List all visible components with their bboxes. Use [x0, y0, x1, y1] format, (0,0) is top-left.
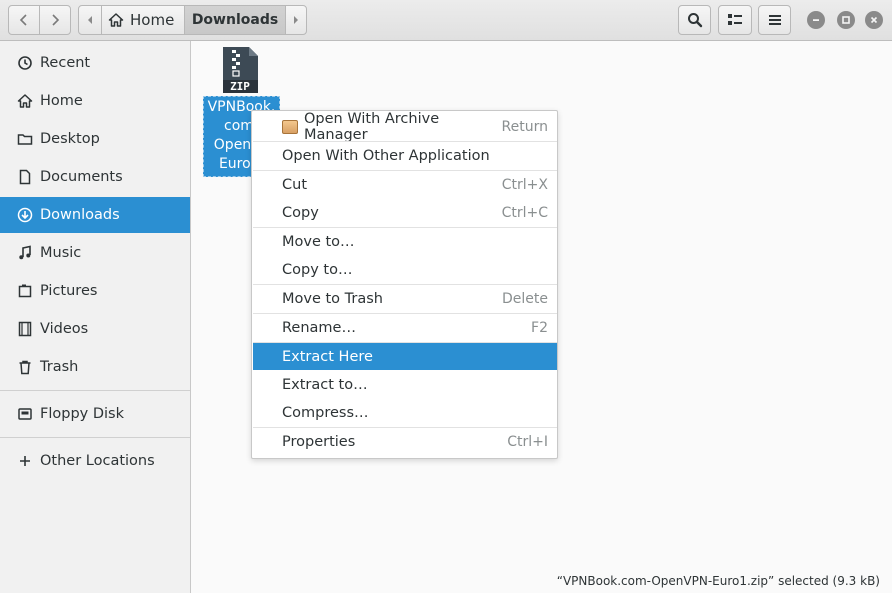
header-bar: Home Downloads [0, 0, 892, 41]
menu-item-label: Rename… [282, 319, 356, 336]
clock-icon [16, 54, 34, 72]
menu-item-copy-to[interactable]: Copy to… [253, 256, 557, 283]
menu-item-move-to[interactable]: Move to… [253, 228, 557, 255]
menu-item-accelerator: Delete [502, 290, 548, 307]
menu-item-accelerator: Ctrl+I [507, 433, 548, 450]
back-button[interactable] [8, 5, 40, 35]
navigation-buttons [8, 5, 72, 35]
path-scroll-right-button[interactable] [285, 5, 307, 35]
menu-item-move-to-trash[interactable]: Move to Trash Delete [253, 285, 557, 312]
music-note-icon [16, 244, 34, 262]
maximize-button[interactable] [837, 11, 855, 29]
menu-item-open-with-archive-manager[interactable]: Open With Archive Manager Return [253, 110, 557, 143]
archive-manager-icon [282, 120, 298, 134]
menu-item-compress[interactable]: Compress… [253, 399, 557, 426]
menu-item-accelerator: Return [501, 118, 548, 135]
menu-item-label: Extract to… [282, 376, 368, 393]
path-current-button[interactable]: Downloads [184, 5, 286, 35]
sidebar-separator [0, 390, 190, 391]
menu-item-label: Compress… [282, 404, 369, 421]
chevron-right-icon [52, 14, 60, 26]
sidebar-item-music[interactable]: Music [0, 235, 190, 271]
sidebar-item-floppy-disk[interactable]: Floppy Disk [0, 396, 190, 432]
status-label: “VPNBook.com-OpenVPN-Euro1.zip” selected… [556, 574, 880, 588]
sidebar-separator [0, 437, 190, 438]
sidebar-item-videos[interactable]: Videos [0, 311, 190, 347]
drive-icon [16, 405, 34, 423]
sidebar-item-label: Other Locations [40, 453, 155, 469]
search-button[interactable] [678, 5, 711, 35]
home-icon [108, 13, 124, 27]
sidebar-item-desktop[interactable]: Desktop [0, 121, 190, 157]
sidebar-item-other-locations[interactable]: Other Locations [0, 443, 190, 479]
places-sidebar: Recent Home Desktop Documents Downloads … [0, 41, 191, 593]
sidebar-item-downloads[interactable]: Downloads [0, 197, 190, 233]
close-icon [870, 16, 878, 24]
menu-item-copy[interactable]: Copy Ctrl+C [253, 199, 557, 226]
sidebar-item-label: Floppy Disk [40, 406, 124, 422]
list-view-icon [728, 14, 742, 25]
sidebar-item-label: Pictures [40, 283, 98, 299]
menu-item-accelerator: Ctrl+X [501, 176, 548, 193]
document-icon [16, 168, 34, 186]
sidebar-item-label: Recent [40, 55, 91, 71]
triangle-right-icon [294, 16, 298, 24]
menu-item-label: Copy to… [282, 261, 353, 278]
sidebar-item-label: Videos [40, 321, 89, 337]
maximize-icon [842, 16, 850, 24]
film-icon [16, 320, 34, 338]
view-toggle-button[interactable] [718, 5, 752, 35]
chevron-left-icon [19, 14, 27, 26]
sidebar-item-label: Music [40, 245, 82, 261]
menu-item-label: Move to… [282, 233, 355, 250]
context-menu: Open With Archive Manager Return Open Wi… [251, 110, 558, 459]
zip-file-icon[interactable]: ZIP [221, 46, 259, 94]
path-home-button[interactable]: Home [101, 5, 185, 35]
folder-icon [16, 130, 34, 148]
trash-icon [16, 358, 34, 376]
path-scroll-left-button[interactable] [78, 5, 102, 35]
menu-item-rename[interactable]: Rename… F2 [253, 314, 557, 341]
path-home-label: Home [130, 11, 175, 29]
sidebar-item-pictures[interactable]: Pictures [0, 273, 190, 309]
forward-button[interactable] [39, 5, 71, 35]
menu-item-extract-here[interactable]: Extract Here [253, 343, 557, 370]
menu-item-label: Open With Archive Manager [304, 110, 440, 143]
sidebar-item-documents[interactable]: Documents [0, 159, 190, 195]
menu-item-properties[interactable]: Properties Ctrl+I [253, 428, 557, 455]
minimize-button[interactable] [807, 11, 825, 29]
picture-icon [16, 282, 34, 300]
sidebar-item-label: Desktop [40, 131, 100, 147]
sidebar-item-trash[interactable]: Trash [0, 349, 190, 385]
search-icon [687, 13, 702, 28]
home-icon [16, 92, 34, 110]
hamburger-menu-icon [768, 15, 781, 25]
plus-icon [16, 452, 34, 470]
menu-item-cut[interactable]: Cut Ctrl+X [253, 171, 557, 198]
menu-item-open-with-other-application[interactable]: Open With Other Application [253, 142, 557, 169]
sidebar-item-home[interactable]: Home [0, 83, 190, 119]
menu-item-accelerator: Ctrl+C [501, 204, 548, 221]
download-icon [16, 206, 34, 224]
sidebar-item-label: Downloads [40, 207, 120, 223]
main-menu-button[interactable] [758, 5, 791, 35]
menu-item-label: Open With Other Application [282, 147, 490, 164]
triangle-left-icon [88, 16, 92, 24]
zip-badge-label: ZIP [230, 80, 250, 93]
menu-item-extract-to[interactable]: Extract to… [253, 371, 557, 398]
menu-item-accelerator: F2 [531, 319, 548, 336]
menu-item-label: Cut [282, 176, 307, 193]
menu-item-label: Move to Trash [282, 290, 383, 307]
close-button[interactable] [865, 11, 883, 29]
menu-item-label: Extract Here [282, 348, 373, 365]
sidebar-item-recent[interactable]: Recent [0, 45, 190, 81]
minimize-icon [813, 19, 819, 21]
sidebar-item-label: Home [40, 93, 83, 109]
menu-item-label: Properties [282, 433, 356, 450]
menu-item-label: Copy [282, 204, 319, 221]
sidebar-item-label: Documents [40, 169, 123, 185]
sidebar-item-label: Trash [40, 359, 79, 375]
